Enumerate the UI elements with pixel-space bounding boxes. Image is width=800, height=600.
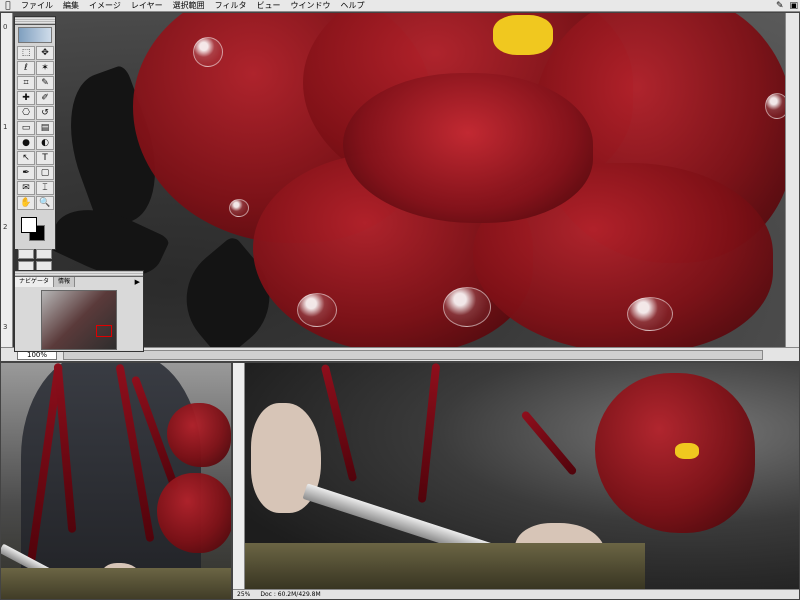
dew-drop: [193, 37, 223, 67]
brush-icon[interactable]: ✐: [36, 91, 54, 105]
foreground-color-swatch[interactable]: [21, 217, 37, 233]
ruler-mark: 2: [3, 223, 8, 231]
dew-drop: [443, 287, 491, 327]
document-window-bottom-right: 25% Doc : 60.2M/429.8M: [232, 362, 800, 600]
navigator-view-box[interactable]: [96, 325, 112, 337]
menu-file[interactable]: ファイル: [16, 0, 58, 12]
menu-edit[interactable]: 編集: [58, 0, 84, 12]
standard-mode-icon[interactable]: [36, 249, 52, 259]
slice-icon[interactable]: ✎: [36, 76, 54, 90]
palette-menu-arrow-icon[interactable]: ▶: [132, 277, 143, 287]
shape-icon[interactable]: ▢: [36, 166, 54, 180]
palette-title-bar[interactable]: [15, 17, 55, 25]
zoom-icon[interactable]: 🔍: [36, 196, 54, 210]
ruler-mark: 3: [3, 323, 8, 331]
palette-tabs: ナビゲータ 情報 ▶: [15, 277, 143, 287]
peony-flower: [167, 403, 231, 467]
quick-mask-icon[interactable]: [18, 249, 34, 259]
menu-select[interactable]: 選択範囲: [168, 0, 210, 12]
marquee-icon[interactable]: ⬚: [17, 46, 35, 60]
menubar-right-icons: ✎ ▣: [776, 0, 798, 12]
ruler-mark: 1: [3, 123, 8, 131]
tab-navigator[interactable]: ナビゲータ: [15, 277, 55, 287]
gradient-icon[interactable]: ▤: [36, 121, 54, 135]
eraser-icon[interactable]: ▭: [17, 121, 35, 135]
notes-icon[interactable]: ✉: [17, 181, 35, 195]
app-logo-icon[interactable]: [18, 27, 52, 43]
vertical-ruler: [233, 363, 245, 593]
dew-drop: [627, 297, 673, 331]
window-status-bar: 25% Doc : 60.2M/429.8M: [233, 589, 799, 599]
vertical-scrollbar[interactable]: [785, 13, 799, 349]
peony-flower: [157, 473, 231, 553]
desktop:  ファイル 編集 イメージ レイヤー 選択範囲 フィルタ ビュー ウインドウ …: [0, 0, 800, 600]
move-icon[interactable]: ✥: [36, 46, 54, 60]
type-icon[interactable]: T: [36, 151, 54, 165]
peony-stamens: [493, 15, 553, 55]
stamp-icon[interactable]: ⎔: [17, 106, 35, 120]
sash: [245, 543, 645, 593]
menu-bar:  ファイル 編集 イメージ レイヤー 選択範囲 フィルタ ビュー ウインドウ …: [0, 0, 800, 12]
menu-image[interactable]: イメージ: [84, 0, 126, 12]
document-size-info: Doc : 60.2M/429.8M: [260, 591, 321, 598]
eyedropper-icon[interactable]: ⌶: [36, 181, 54, 195]
menu-help[interactable]: ヘルプ: [335, 0, 369, 12]
crop-icon[interactable]: ⌗: [17, 76, 35, 90]
navigator-thumbnail[interactable]: [41, 290, 117, 350]
history-brush-icon[interactable]: ↺: [36, 106, 54, 120]
dew-drop: [297, 293, 337, 327]
dew-drop: [229, 199, 249, 217]
ruler-mark: 0: [3, 23, 8, 31]
color-swatches: [18, 215, 52, 245]
canvas-character-full[interactable]: [1, 363, 231, 599]
dew-drop: [765, 93, 787, 119]
document-window-bottom-left: [0, 362, 232, 600]
menu-view[interactable]: ビュー: [251, 0, 285, 12]
sash: [1, 568, 231, 599]
horizontal-scrollbar[interactable]: [63, 349, 763, 360]
hand-icon[interactable]: ✋: [17, 196, 35, 210]
healing-brush-icon[interactable]: ✚: [17, 91, 35, 105]
menu-filter[interactable]: フィルタ: [210, 0, 252, 12]
path-select-icon[interactable]: ↖: [17, 151, 35, 165]
tool-grid: ⬚ ✥ ℓ ✶ ⌗ ✎ ✚ ✐ ⎔ ↺ ▭ ▤ ● ◐ ↖ T ✒ ▢ ✉ ⌶ ✋ 🔍: [15, 45, 55, 211]
peony-stamens: [675, 443, 699, 459]
toolbox-palette: ⬚ ✥ ℓ ✶ ⌗ ✎ ✚ ✐ ⎔ ↺ ▭ ▤ ● ◐ ↖ T ✒ ▢ ✉ ⌶ ✋ 🔍: [14, 16, 56, 271]
magic-wand-icon[interactable]: ✶: [36, 61, 54, 75]
vertical-ruler: 0 1 2 3: [1, 13, 13, 349]
lasso-icon[interactable]: ℓ: [17, 61, 35, 75]
mode-buttons: [15, 249, 55, 259]
menu-layer[interactable]: レイヤー: [126, 0, 168, 12]
dodge-icon[interactable]: ◐: [36, 136, 54, 150]
blur-icon[interactable]: ●: [17, 136, 35, 150]
pen-icon[interactable]: ✎: [776, 1, 784, 11]
navigator-palette: ナビゲータ 情報 ▶: [14, 270, 144, 352]
menu-window[interactable]: ウインドウ: [285, 0, 335, 12]
canvas-character-detail[interactable]: [245, 363, 799, 593]
app-icon[interactable]: ▣: [789, 1, 798, 11]
pen-tool-icon[interactable]: ✒: [17, 166, 35, 180]
apple-menu-icon[interactable]: : [0, 1, 16, 11]
zoom-level-field[interactable]: 25%: [237, 591, 250, 598]
tab-info[interactable]: 情報: [54, 277, 76, 287]
